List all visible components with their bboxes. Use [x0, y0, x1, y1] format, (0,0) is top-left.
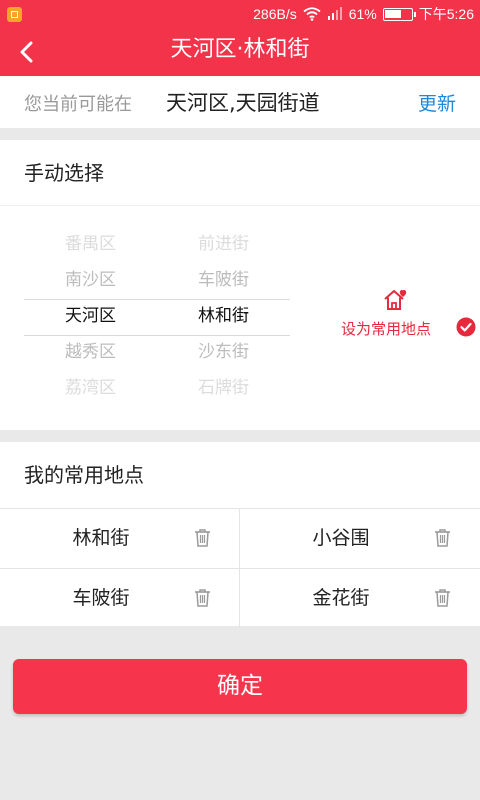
manual-select-heading: 手动选择: [0, 140, 480, 206]
home-heart-icon: [384, 290, 407, 310]
picker-selection-bottom-line: [24, 335, 290, 336]
favorite-item-label[interactable]: 车陂街: [0, 569, 202, 628]
current-location-value: 天河区,天园街道: [166, 91, 320, 115]
street-option[interactable]: 车陂街: [157, 262, 290, 298]
location-picker[interactable]: 番禺区 南沙区 天河区 越秀区 荔湾区 前进街 车陂街 林和街 沙东街 石牌街: [24, 226, 290, 406]
favorites-heading: 我的常用地点: [24, 463, 144, 487]
district-option[interactable]: 番禺区: [24, 226, 157, 262]
district-option[interactable]: 南沙区: [24, 262, 157, 298]
favorite-item-label[interactable]: 金花街: [240, 569, 442, 628]
street-picker-column[interactable]: 前进街 车陂街 林和街 沙东街 石牌街: [157, 226, 290, 406]
favorite-item[interactable]: 金花街: [240, 568, 480, 627]
status-bar: 286B/s 61% 下午5:26: [0, 0, 480, 28]
wifi-icon: [303, 7, 321, 21]
street-option[interactable]: 前进街: [157, 226, 290, 262]
street-option[interactable]: 石牌街: [157, 370, 290, 406]
picker-selection-top-line: [24, 299, 290, 300]
street-option[interactable]: 沙东街: [157, 334, 290, 370]
refresh-location-button[interactable]: 更新: [418, 89, 456, 116]
current-location-label: 您当前可能在: [24, 94, 132, 115]
district-option[interactable]: 荔湾区: [24, 370, 157, 406]
check-circle-icon: [456, 317, 476, 337]
favorite-item-label[interactable]: 林和街: [0, 509, 202, 568]
set-favorite-button[interactable]: 设为常用地点: [340, 288, 480, 348]
favorites-grid: 林和街 小谷围 车陂街 金花街: [0, 508, 480, 627]
trash-icon[interactable]: [194, 528, 211, 547]
confirm-button[interactable]: 确定: [13, 659, 467, 714]
battery-percent: 61%: [348, 6, 377, 22]
street-option-selected[interactable]: 林和街: [157, 298, 290, 334]
status-indicators: 286B/s 61% 下午5:26: [247, 4, 474, 24]
favorite-item[interactable]: 车陂街: [0, 568, 240, 627]
favorite-item-label[interactable]: 小谷围: [240, 509, 442, 568]
page-title: 天河区·林和街: [170, 37, 310, 62]
trash-icon[interactable]: [194, 588, 211, 607]
title-bar: 天河区·林和街: [0, 28, 480, 76]
clock: 下午5:26: [418, 6, 474, 22]
manual-select-card: 手动选择 番禺区 南沙区 天河区 越秀区 荔湾区 前进街 车陂街 林和街 沙东街…: [0, 140, 480, 430]
favorites-card: 我的常用地点 林和街 小谷围 车陂街 金花街: [0, 442, 480, 627]
district-option-selected[interactable]: 天河区: [24, 298, 157, 334]
district-option[interactable]: 越秀区: [24, 334, 157, 370]
favorite-item[interactable]: 林和街: [0, 509, 240, 568]
district-picker-column[interactable]: 番禺区 南沙区 天河区 越秀区 荔湾区: [24, 226, 157, 406]
signal-icon: [327, 7, 343, 21]
current-location-row: 您当前可能在 天河区,天园街道 更新: [0, 76, 480, 128]
favorite-item[interactable]: 小谷围: [240, 509, 480, 568]
trash-icon[interactable]: [434, 528, 451, 547]
network-speed: 286B/s: [253, 6, 297, 22]
set-favorite-label: 设为常用地点: [341, 320, 432, 338]
trash-icon[interactable]: [434, 588, 451, 607]
battery-icon: [382, 7, 416, 21]
notification-icon: [7, 7, 22, 22]
